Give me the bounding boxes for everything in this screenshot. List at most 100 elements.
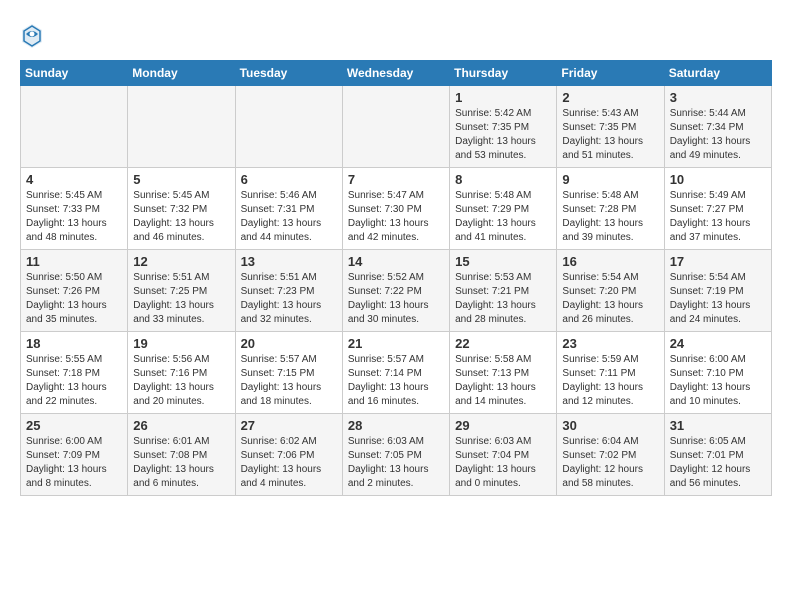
- cell-info: Sunrise: 5:44 AMSunset: 7:34 PMDaylight:…: [670, 107, 766, 163]
- weekday-header-wednesday: Wednesday: [342, 61, 449, 86]
- day-number: 17: [670, 254, 766, 269]
- weekday-header-thursday: Thursday: [450, 61, 557, 86]
- calendar-cell: 5 Sunrise: 5:45 AMSunset: 7:32 PMDaylight…: [128, 168, 235, 250]
- calendar-week-row: 4 Sunrise: 5:45 AMSunset: 7:33 PMDaylight…: [21, 168, 772, 250]
- weekday-header-friday: Friday: [557, 61, 664, 86]
- day-number: 15: [455, 254, 551, 269]
- cell-info: Sunrise: 5:55 AMSunset: 7:18 PMDaylight:…: [26, 353, 122, 409]
- calendar-cell: 19 Sunrise: 5:56 AMSunset: 7:16 PMDayligh…: [128, 332, 235, 414]
- cell-info: Sunrise: 6:03 AMSunset: 7:05 PMDaylight:…: [348, 435, 444, 491]
- calendar-week-row: 18 Sunrise: 5:55 AMSunset: 7:18 PMDayligh…: [21, 332, 772, 414]
- cell-info: Sunrise: 5:48 AMSunset: 7:29 PMDaylight:…: [455, 189, 551, 245]
- day-number: 21: [348, 336, 444, 351]
- day-number: 30: [562, 418, 658, 433]
- calendar-week-row: 1 Sunrise: 5:42 AMSunset: 7:35 PMDaylight…: [21, 86, 772, 168]
- day-number: 27: [241, 418, 337, 433]
- calendar-cell: 30 Sunrise: 6:04 AMSunset: 7:02 PMDayligh…: [557, 414, 664, 496]
- calendar-cell: 28 Sunrise: 6:03 AMSunset: 7:05 PMDayligh…: [342, 414, 449, 496]
- calendar-cell: 23 Sunrise: 5:59 AMSunset: 7:11 PMDayligh…: [557, 332, 664, 414]
- calendar-cell: 21 Sunrise: 5:57 AMSunset: 7:14 PMDayligh…: [342, 332, 449, 414]
- cell-info: Sunrise: 5:48 AMSunset: 7:28 PMDaylight:…: [562, 189, 658, 245]
- cell-info: Sunrise: 6:01 AMSunset: 7:08 PMDaylight:…: [133, 435, 229, 491]
- day-number: 22: [455, 336, 551, 351]
- calendar-cell: 8 Sunrise: 5:48 AMSunset: 7:29 PMDaylight…: [450, 168, 557, 250]
- calendar-cell: 31Sunrise: 6:05 AMSunset: 7:01 PMDayligh…: [664, 414, 771, 496]
- cell-info: Sunrise: 5:51 AMSunset: 7:25 PMDaylight:…: [133, 271, 229, 327]
- calendar-cell: 1 Sunrise: 5:42 AMSunset: 7:35 PMDaylight…: [450, 86, 557, 168]
- cell-info: Sunrise: 5:45 AMSunset: 7:33 PMDaylight:…: [26, 189, 122, 245]
- calendar-cell: 27 Sunrise: 6:02 AMSunset: 7:06 PMDayligh…: [235, 414, 342, 496]
- day-number: 9: [562, 172, 658, 187]
- day-number: 6: [241, 172, 337, 187]
- cell-info: Sunrise: 5:46 AMSunset: 7:31 PMDaylight:…: [241, 189, 337, 245]
- cell-info: Sunrise: 5:42 AMSunset: 7:35 PMDaylight:…: [455, 107, 551, 163]
- day-number: 25: [26, 418, 122, 433]
- calendar-cell: 24Sunrise: 6:00 AMSunset: 7:10 PMDayligh…: [664, 332, 771, 414]
- weekday-header-monday: Monday: [128, 61, 235, 86]
- calendar-cell: 15 Sunrise: 5:53 AMSunset: 7:21 PMDayligh…: [450, 250, 557, 332]
- calendar-cell: 14 Sunrise: 5:52 AMSunset: 7:22 PMDayligh…: [342, 250, 449, 332]
- logo-icon: [20, 22, 44, 50]
- calendar-cell: 26 Sunrise: 6:01 AMSunset: 7:08 PMDayligh…: [128, 414, 235, 496]
- weekday-header-sunday: Sunday: [21, 61, 128, 86]
- calendar-cell: 12 Sunrise: 5:51 AMSunset: 7:25 PMDayligh…: [128, 250, 235, 332]
- day-number: 20: [241, 336, 337, 351]
- day-number: 1: [455, 90, 551, 105]
- calendar-cell: [128, 86, 235, 168]
- calendar-cell: 18 Sunrise: 5:55 AMSunset: 7:18 PMDayligh…: [21, 332, 128, 414]
- day-number: 19: [133, 336, 229, 351]
- cell-info: Sunrise: 5:57 AMSunset: 7:14 PMDaylight:…: [348, 353, 444, 409]
- cell-info: Sunrise: 5:47 AMSunset: 7:30 PMDaylight:…: [348, 189, 444, 245]
- day-number: 4: [26, 172, 122, 187]
- cell-info: Sunrise: 5:59 AMSunset: 7:11 PMDaylight:…: [562, 353, 658, 409]
- calendar-cell: [21, 86, 128, 168]
- day-number: 26: [133, 418, 229, 433]
- day-number: 31: [670, 418, 766, 433]
- cell-info: Sunrise: 5:56 AMSunset: 7:16 PMDaylight:…: [133, 353, 229, 409]
- day-number: 2: [562, 90, 658, 105]
- calendar-week-row: 11 Sunrise: 5:50 AMSunset: 7:26 PMDayligh…: [21, 250, 772, 332]
- day-number: 18: [26, 336, 122, 351]
- calendar-cell: 29 Sunrise: 6:03 AMSunset: 7:04 PMDayligh…: [450, 414, 557, 496]
- cell-info: Sunrise: 5:57 AMSunset: 7:15 PMDaylight:…: [241, 353, 337, 409]
- calendar-table: SundayMondayTuesdayWednesdayThursdayFrid…: [20, 60, 772, 496]
- cell-info: Sunrise: 5:43 AMSunset: 7:35 PMDaylight:…: [562, 107, 658, 163]
- calendar-cell: 22Sunrise: 5:58 AMSunset: 7:13 PMDayligh…: [450, 332, 557, 414]
- logo: [20, 20, 48, 50]
- cell-info: Sunrise: 6:04 AMSunset: 7:02 PMDaylight:…: [562, 435, 658, 491]
- day-number: 14: [348, 254, 444, 269]
- calendar-cell: 7 Sunrise: 5:47 AMSunset: 7:30 PMDaylight…: [342, 168, 449, 250]
- day-number: 7: [348, 172, 444, 187]
- weekday-header-tuesday: Tuesday: [235, 61, 342, 86]
- cell-info: Sunrise: 5:51 AMSunset: 7:23 PMDaylight:…: [241, 271, 337, 327]
- calendar-cell: [235, 86, 342, 168]
- calendar-cell: 13 Sunrise: 5:51 AMSunset: 7:23 PMDayligh…: [235, 250, 342, 332]
- calendar-cell: 17 Sunrise: 5:54 AMSunset: 7:19 PMDayligh…: [664, 250, 771, 332]
- calendar-cell: 20 Sunrise: 5:57 AMSunset: 7:15 PMDayligh…: [235, 332, 342, 414]
- page-header: [20, 20, 772, 50]
- cell-info: Sunrise: 5:45 AMSunset: 7:32 PMDaylight:…: [133, 189, 229, 245]
- weekday-header-row: SundayMondayTuesdayWednesdayThursdayFrid…: [21, 61, 772, 86]
- cell-info: Sunrise: 5:53 AMSunset: 7:21 PMDaylight:…: [455, 271, 551, 327]
- calendar-cell: 25Sunrise: 6:00 AMSunset: 7:09 PMDayligh…: [21, 414, 128, 496]
- day-number: 11: [26, 254, 122, 269]
- day-number: 12: [133, 254, 229, 269]
- cell-info: Sunrise: 6:02 AMSunset: 7:06 PMDaylight:…: [241, 435, 337, 491]
- day-number: 5: [133, 172, 229, 187]
- day-number: 29: [455, 418, 551, 433]
- weekday-header-saturday: Saturday: [664, 61, 771, 86]
- day-number: 28: [348, 418, 444, 433]
- calendar-cell: 6 Sunrise: 5:46 AMSunset: 7:31 PMDaylight…: [235, 168, 342, 250]
- day-number: 13: [241, 254, 337, 269]
- cell-info: Sunrise: 5:50 AMSunset: 7:26 PMDaylight:…: [26, 271, 122, 327]
- cell-info: Sunrise: 5:54 AMSunset: 7:20 PMDaylight:…: [562, 271, 658, 327]
- cell-info: Sunrise: 5:54 AMSunset: 7:19 PMDaylight:…: [670, 271, 766, 327]
- day-number: 8: [455, 172, 551, 187]
- cell-info: Sunrise: 6:03 AMSunset: 7:04 PMDaylight:…: [455, 435, 551, 491]
- calendar-cell: 3Sunrise: 5:44 AMSunset: 7:34 PMDaylight…: [664, 86, 771, 168]
- calendar-cell: 2 Sunrise: 5:43 AMSunset: 7:35 PMDaylight…: [557, 86, 664, 168]
- day-number: 16: [562, 254, 658, 269]
- day-number: 23: [562, 336, 658, 351]
- cell-info: Sunrise: 5:52 AMSunset: 7:22 PMDaylight:…: [348, 271, 444, 327]
- cell-info: Sunrise: 6:00 AMSunset: 7:10 PMDaylight:…: [670, 353, 766, 409]
